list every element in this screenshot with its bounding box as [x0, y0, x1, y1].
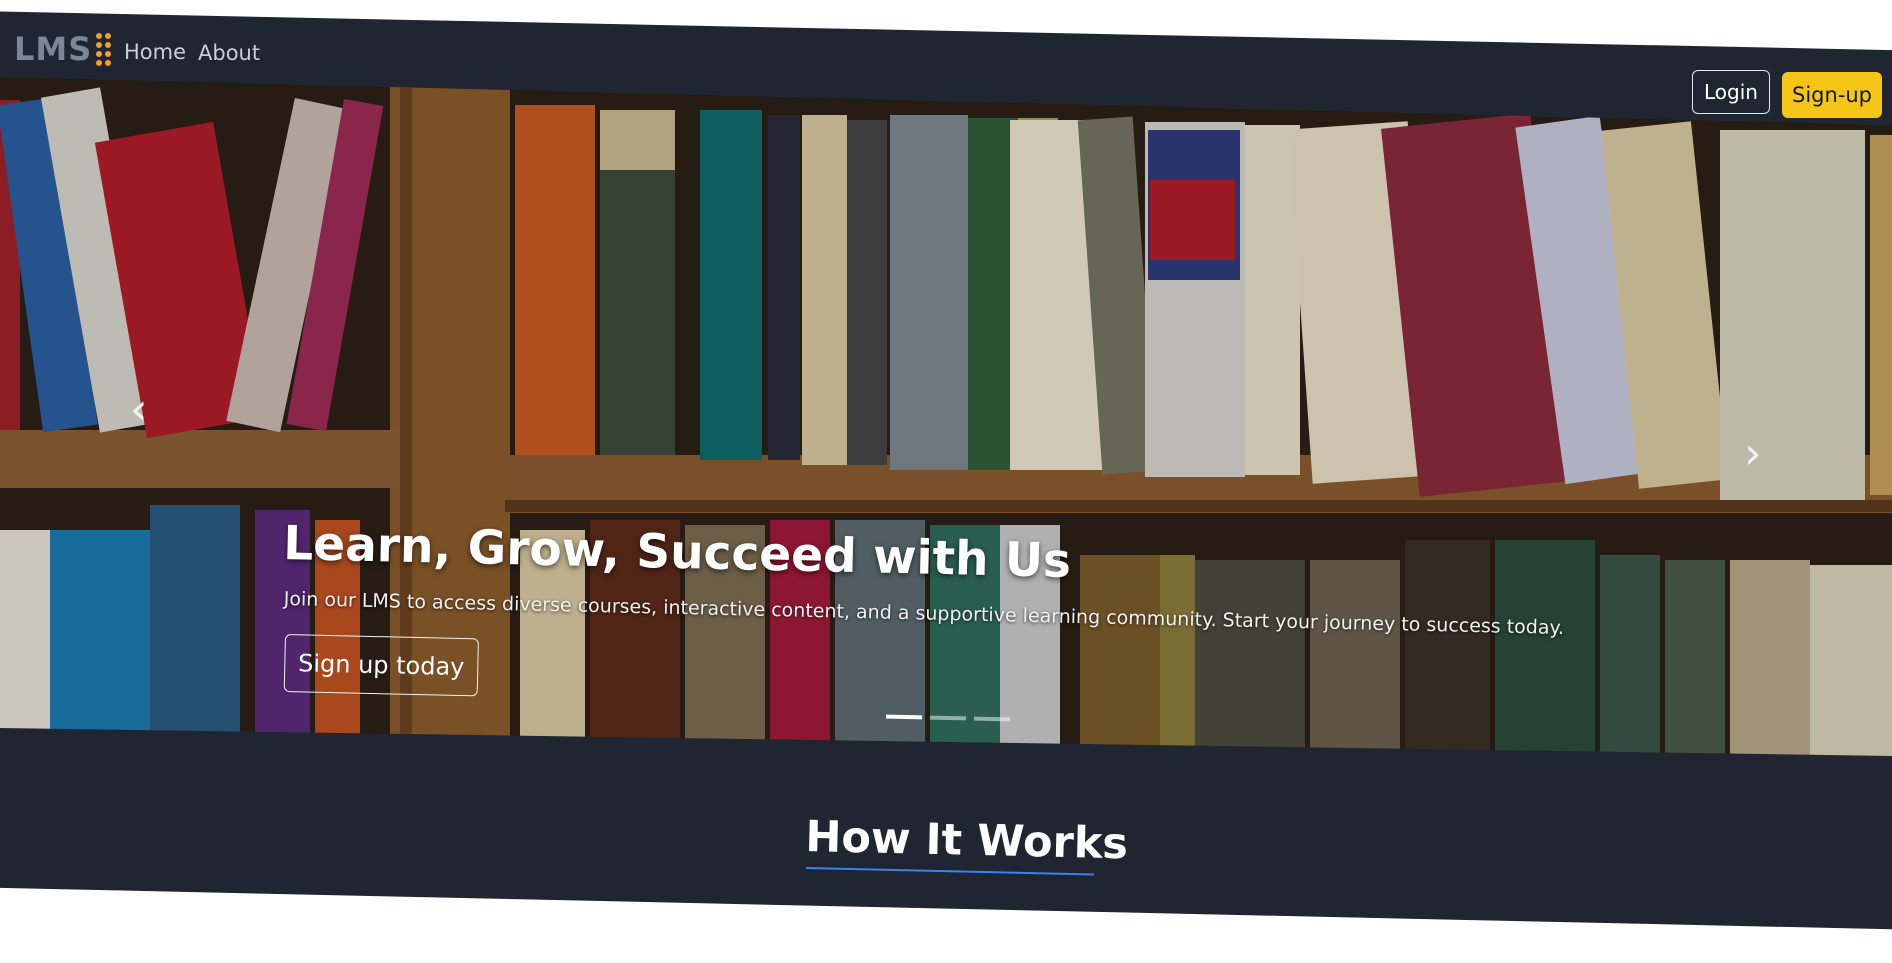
nav-about-link[interactable]: About	[198, 41, 260, 65]
brand-text: LMS	[14, 30, 93, 68]
brand-logo[interactable]: LMS	[14, 30, 112, 68]
signup-button[interactable]: Sign-up	[1782, 72, 1882, 118]
brand-dots-icon	[96, 32, 112, 66]
nav-home-link[interactable]: Home	[124, 40, 186, 64]
signup-today-button[interactable]: Sign up today	[283, 634, 479, 697]
carousel-indicator-1[interactable]	[885, 714, 923, 720]
carousel-next-icon[interactable]: ›	[1744, 432, 1762, 476]
navbar: LMS Home About Login Sign-up	[0, 0, 1892, 130]
login-button[interactable]: Login	[1692, 70, 1770, 114]
carousel-indicator-3[interactable]	[973, 716, 1011, 722]
carousel-prev-icon[interactable]: ‹	[130, 388, 148, 432]
carousel-indicator-2[interactable]	[929, 715, 967, 721]
how-it-works-heading: How It Works	[804, 812, 1129, 870]
